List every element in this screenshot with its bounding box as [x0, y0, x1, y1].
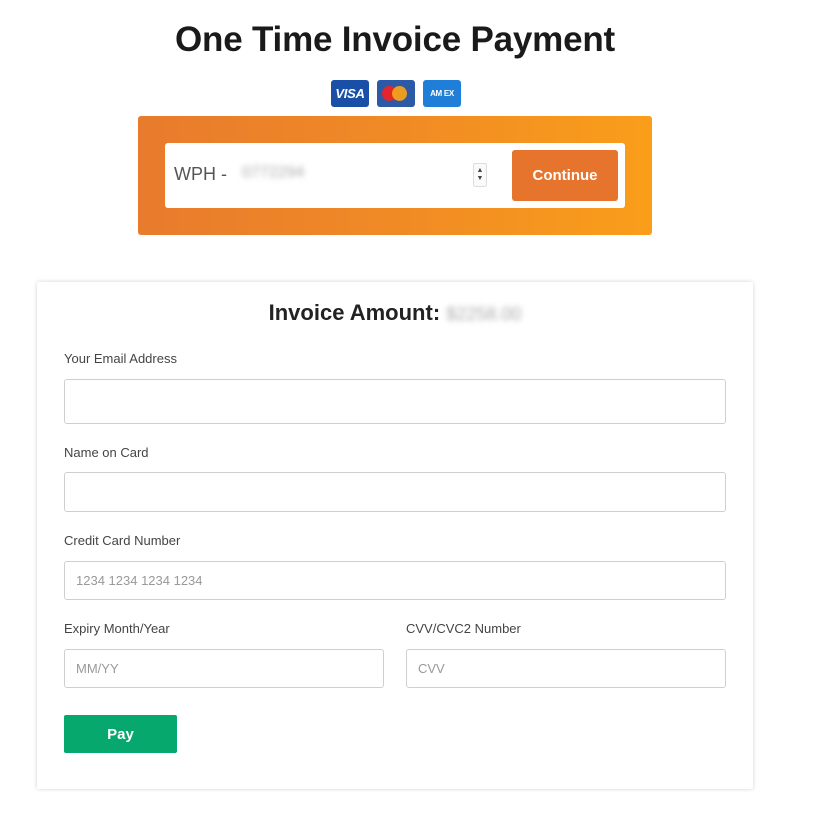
- number-spinner[interactable]: ▲ ▼: [473, 163, 487, 187]
- expiry-field[interactable]: [64, 649, 384, 688]
- spinner-up-icon[interactable]: ▲: [477, 167, 484, 175]
- invoice-prefix: WPH -: [174, 164, 227, 184]
- cvv-field[interactable]: [406, 649, 726, 688]
- email-label: Your Email Address: [64, 351, 177, 366]
- expiry-label: Expiry Month/Year: [64, 621, 170, 636]
- invoice-amount-value: $2258.00: [446, 304, 522, 324]
- card-number-label: Credit Card Number: [64, 533, 181, 548]
- card-number-field[interactable]: [64, 561, 726, 600]
- accepted-cards: VISA AM EX: [331, 80, 461, 107]
- visa-logo: VISA: [331, 80, 369, 107]
- payment-page: One Time Invoice Payment VISA AM EX WPH …: [0, 0, 817, 823]
- invoice-lookup-banner: WPH - 0772294 ▲ ▼ Continue: [138, 116, 652, 235]
- payment-form: Invoice Amount: $2258.00 Your Email Addr…: [37, 282, 753, 789]
- email-field[interactable]: [64, 379, 726, 424]
- invoice-amount: Invoice Amount: $2258.00: [37, 300, 753, 326]
- invoice-number-value[interactable]: 0772294: [242, 164, 304, 182]
- amex-logo: AM EX: [423, 80, 461, 107]
- invoice-amount-label: Invoice Amount:: [268, 300, 441, 325]
- mastercard-icon: [377, 80, 415, 107]
- spinner-down-icon[interactable]: ▼: [477, 175, 484, 183]
- name-on-card-field[interactable]: [64, 472, 726, 512]
- name-on-card-label: Name on Card: [64, 445, 149, 460]
- mastercard-orange-circle: [392, 86, 407, 101]
- continue-button[interactable]: Continue: [512, 150, 618, 201]
- pay-button[interactable]: Pay: [64, 715, 177, 753]
- invoice-number-field[interactable]: WPH - 0772294 ▲ ▼ Continue: [165, 143, 625, 208]
- page-title: One Time Invoice Payment: [175, 20, 615, 59]
- cvv-label: CVV/CVC2 Number: [406, 621, 521, 636]
